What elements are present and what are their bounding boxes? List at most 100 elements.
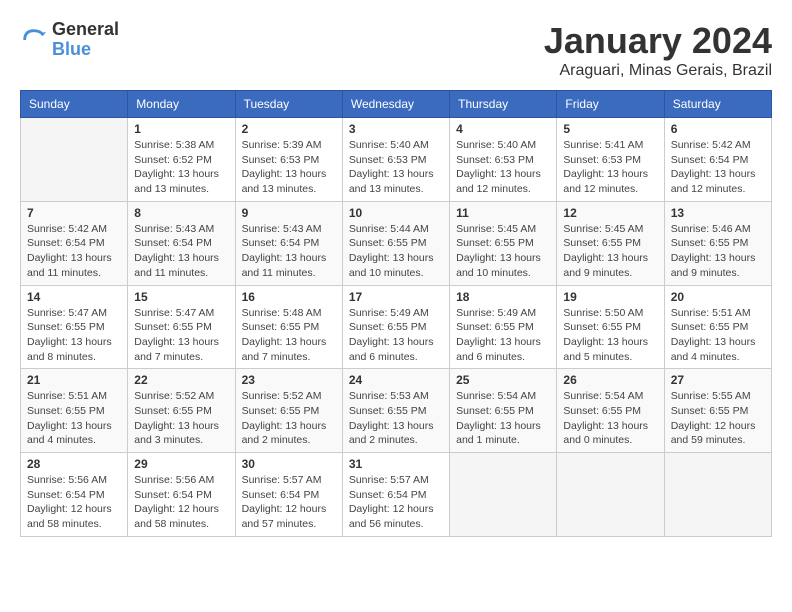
page-header: General Blue January 2024 Araguari, Mina… xyxy=(20,20,772,80)
day-number: 20 xyxy=(671,290,765,304)
day-number: 21 xyxy=(27,373,121,387)
day-info: Sunrise: 5:52 AM Sunset: 6:55 PM Dayligh… xyxy=(134,389,228,448)
calendar-week-3: 14 Sunrise: 5:47 AM Sunset: 6:55 PM Dayli… xyxy=(21,285,772,369)
logo-blue: Blue xyxy=(52,40,119,60)
calendar-cell: 23Sunrise: 5:52 AM Sunset: 6:55 PM Dayli… xyxy=(235,369,342,453)
day-info: Sunrise: 5:49 AM Sunset: 6:55 PM Dayligh… xyxy=(456,306,550,365)
day-info: Sunrise: 5:41 AM Sunset: 6:53 PM Dayligh… xyxy=(563,138,657,197)
weekday-header-thursday: Thursday xyxy=(450,91,557,118)
logo: General Blue xyxy=(20,20,119,60)
day-info: Sunrise: 5:45 AM Sunset: 6:55 PM Dayligh… xyxy=(456,222,550,281)
day-info: Sunrise: 5:40 AM Sunset: 6:53 PM Dayligh… xyxy=(349,138,443,197)
calendar-cell: 26 Sunrise: 5:54 AM Sunset: 6:55 PM Dayli… xyxy=(557,369,664,453)
day-number: 14 xyxy=(27,290,121,304)
title-section: January 2024 Araguari, Minas Gerais, Bra… xyxy=(544,20,772,80)
logo-text: General Blue xyxy=(52,20,119,60)
calendar-table: SundayMondayTuesdayWednesdayThursdayFrid… xyxy=(20,90,772,537)
day-number: 4 xyxy=(456,122,550,136)
calendar-cell: 13Sunrise: 5:46 AM Sunset: 6:55 PM Dayli… xyxy=(664,201,771,285)
weekday-header-wednesday: Wednesday xyxy=(342,91,449,118)
calendar-cell: 19Sunrise: 5:50 AM Sunset: 6:55 PM Dayli… xyxy=(557,285,664,369)
calendar-cell: 3 Sunrise: 5:40 AM Sunset: 6:53 PM Daylig… xyxy=(342,118,449,202)
weekday-header-monday: Monday xyxy=(128,91,235,118)
calendar-cell: 30Sunrise: 5:57 AM Sunset: 6:54 PM Dayli… xyxy=(235,453,342,537)
day-info: Sunrise: 5:54 AM Sunset: 6:55 PM Dayligh… xyxy=(563,389,657,448)
weekday-header-saturday: Saturday xyxy=(664,91,771,118)
weekday-header-sunday: Sunday xyxy=(21,91,128,118)
day-info: Sunrise: 5:53 AM Sunset: 6:55 PM Dayligh… xyxy=(349,389,443,448)
day-info: Sunrise: 5:42 AM Sunset: 6:54 PM Dayligh… xyxy=(27,222,121,281)
day-info: Sunrise: 5:45 AM Sunset: 6:55 PM Dayligh… xyxy=(563,222,657,281)
calendar-cell: 24 Sunrise: 5:53 AM Sunset: 6:55 PM Dayli… xyxy=(342,369,449,453)
calendar-cell: 6Sunrise: 5:42 AM Sunset: 6:54 PM Daylig… xyxy=(664,118,771,202)
calendar-title: January 2024 xyxy=(544,20,772,62)
day-number: 16 xyxy=(242,290,336,304)
day-number: 18 xyxy=(456,290,550,304)
calendar-cell: 29 Sunrise: 5:56 AM Sunset: 6:54 PM Dayli… xyxy=(128,453,235,537)
calendar-cell: 10 Sunrise: 5:44 AM Sunset: 6:55 PM Dayli… xyxy=(342,201,449,285)
logo-general: General xyxy=(52,20,119,40)
day-number: 9 xyxy=(242,206,336,220)
calendar-week-1: 1 Sunrise: 5:38 AM Sunset: 6:52 PM Daylig… xyxy=(21,118,772,202)
calendar-cell: 14Sunrise: 5:47 AM Sunset: 6:55 PM Dayli… xyxy=(21,285,128,369)
day-number: 24 xyxy=(349,373,443,387)
weekday-header-row: SundayMondayTuesdayWednesdayThursdayFrid… xyxy=(21,91,772,118)
calendar-cell: 20 Sunrise: 5:51 AM Sunset: 6:55 PM Dayli… xyxy=(664,285,771,369)
day-info: Sunrise: 5:38 AM Sunset: 6:52 PM Dayligh… xyxy=(134,138,228,197)
day-number: 26 xyxy=(563,373,657,387)
day-number: 31 xyxy=(349,457,443,471)
day-info: Sunrise: 5:51 AM Sunset: 6:55 PM Dayligh… xyxy=(27,389,121,448)
day-info: Sunrise: 5:47 AM Sunset: 6:55 PM Dayligh… xyxy=(134,306,228,365)
calendar-cell: 22 Sunrise: 5:52 AM Sunset: 6:55 PM Dayli… xyxy=(128,369,235,453)
calendar-subtitle: Araguari, Minas Gerais, Brazil xyxy=(544,62,772,80)
day-number: 28 xyxy=(27,457,121,471)
day-number: 27 xyxy=(671,373,765,387)
day-info: Sunrise: 5:40 AM Sunset: 6:53 PM Dayligh… xyxy=(456,138,550,197)
day-number: 8 xyxy=(134,206,228,220)
day-number: 7 xyxy=(27,206,121,220)
day-info: Sunrise: 5:43 AM Sunset: 6:54 PM Dayligh… xyxy=(242,222,336,281)
calendar-cell: 27 Sunrise: 5:55 AM Sunset: 6:55 PM Dayli… xyxy=(664,369,771,453)
day-info: Sunrise: 5:54 AM Sunset: 6:55 PM Dayligh… xyxy=(456,389,550,448)
calendar-cell: 28 Sunrise: 5:56 AM Sunset: 6:54 PM Dayli… xyxy=(21,453,128,537)
day-info: Sunrise: 5:39 AM Sunset: 6:53 PM Dayligh… xyxy=(242,138,336,197)
day-info: Sunrise: 5:49 AM Sunset: 6:55 PM Dayligh… xyxy=(349,306,443,365)
logo-icon xyxy=(20,26,48,54)
day-number: 29 xyxy=(134,457,228,471)
calendar-cell: 12Sunrise: 5:45 AM Sunset: 6:55 PM Dayli… xyxy=(557,201,664,285)
calendar-cell: 17Sunrise: 5:49 AM Sunset: 6:55 PM Dayli… xyxy=(342,285,449,369)
calendar-cell: 2Sunrise: 5:39 AM Sunset: 6:53 PM Daylig… xyxy=(235,118,342,202)
day-number: 15 xyxy=(134,290,228,304)
day-info: Sunrise: 5:44 AM Sunset: 6:55 PM Dayligh… xyxy=(349,222,443,281)
calendar-cell xyxy=(450,453,557,537)
weekday-header-friday: Friday xyxy=(557,91,664,118)
day-number: 10 xyxy=(349,206,443,220)
day-number: 6 xyxy=(671,122,765,136)
day-info: Sunrise: 5:52 AM Sunset: 6:55 PM Dayligh… xyxy=(242,389,336,448)
calendar-cell: 7 Sunrise: 5:42 AM Sunset: 6:54 PM Daylig… xyxy=(21,201,128,285)
day-info: Sunrise: 5:51 AM Sunset: 6:55 PM Dayligh… xyxy=(671,306,765,365)
day-info: Sunrise: 5:50 AM Sunset: 6:55 PM Dayligh… xyxy=(563,306,657,365)
calendar-cell xyxy=(557,453,664,537)
day-number: 25 xyxy=(456,373,550,387)
day-info: Sunrise: 5:46 AM Sunset: 6:55 PM Dayligh… xyxy=(671,222,765,281)
calendar-cell: 31Sunrise: 5:57 AM Sunset: 6:54 PM Dayli… xyxy=(342,453,449,537)
calendar-cell: 8 Sunrise: 5:43 AM Sunset: 6:54 PM Daylig… xyxy=(128,201,235,285)
calendar-cell xyxy=(664,453,771,537)
day-number: 30 xyxy=(242,457,336,471)
calendar-week-2: 7 Sunrise: 5:42 AM Sunset: 6:54 PM Daylig… xyxy=(21,201,772,285)
day-number: 5 xyxy=(563,122,657,136)
calendar-cell: 5 Sunrise: 5:41 AM Sunset: 6:53 PM Daylig… xyxy=(557,118,664,202)
day-number: 1 xyxy=(134,122,228,136)
calendar-week-5: 28 Sunrise: 5:56 AM Sunset: 6:54 PM Dayli… xyxy=(21,453,772,537)
calendar-cell: 11Sunrise: 5:45 AM Sunset: 6:55 PM Dayli… xyxy=(450,201,557,285)
day-info: Sunrise: 5:56 AM Sunset: 6:54 PM Dayligh… xyxy=(27,473,121,532)
day-number: 3 xyxy=(349,122,443,136)
day-number: 22 xyxy=(134,373,228,387)
calendar-cell: 9 Sunrise: 5:43 AM Sunset: 6:54 PM Daylig… xyxy=(235,201,342,285)
day-info: Sunrise: 5:43 AM Sunset: 6:54 PM Dayligh… xyxy=(134,222,228,281)
day-info: Sunrise: 5:55 AM Sunset: 6:55 PM Dayligh… xyxy=(671,389,765,448)
calendar-cell: 21 Sunrise: 5:51 AM Sunset: 6:55 PM Dayli… xyxy=(21,369,128,453)
day-info: Sunrise: 5:56 AM Sunset: 6:54 PM Dayligh… xyxy=(134,473,228,532)
calendar-week-4: 21 Sunrise: 5:51 AM Sunset: 6:55 PM Dayli… xyxy=(21,369,772,453)
